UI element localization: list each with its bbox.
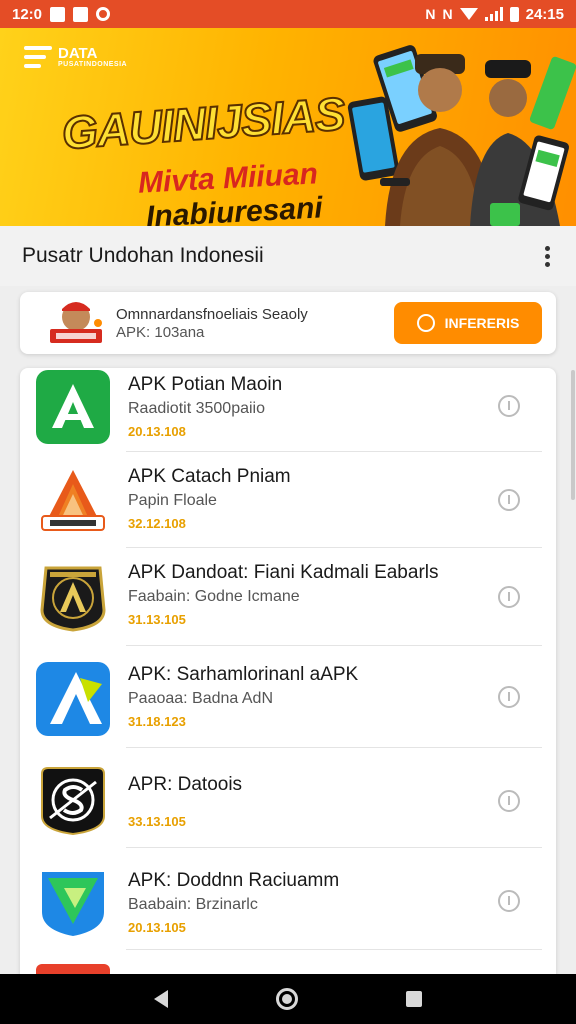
page-title: Pusatr Undohan Indonesii — [22, 244, 264, 267]
nfc-icon: N — [442, 6, 453, 22]
more-options-icon[interactable] — [541, 242, 554, 271]
black-s-icon — [41, 767, 105, 836]
scrollbar[interactable] — [571, 370, 575, 500]
info-icon[interactable] — [498, 890, 520, 912]
vibrate-icon: N — [425, 6, 436, 22]
promo-banner[interactable]: DATA PUSATINDONESIA GAUINIJSIAS Mivta Mi… — [0, 28, 576, 226]
orange-a-icon — [41, 470, 105, 531]
app-subtitle: Raadiotit 3500paiio — [128, 400, 265, 417]
status-bar: 12:0 N N 24:15 — [0, 0, 576, 28]
app-date: 20.13.108 — [128, 424, 186, 439]
battery-icon — [509, 6, 519, 22]
black-gold-a-icon — [40, 566, 106, 632]
featured-avatar — [50, 302, 102, 343]
info-icon[interactable] — [498, 489, 520, 511]
app-title: APK: Sarhamlorinanl aAPK — [128, 664, 359, 685]
signal-icon — [484, 7, 503, 21]
status-time-left: 12:0 — [12, 5, 43, 23]
app-subtitle: Baabain: Brzinarlc — [128, 896, 258, 913]
ring-icon — [416, 314, 435, 332]
home-icon[interactable] — [276, 988, 298, 1010]
featured-action-button[interactable]: INFERERIS — [394, 302, 542, 344]
brand-logo: DATA PUSATINDONESIA — [24, 46, 127, 68]
app-date: 31.18.123 — [128, 714, 186, 729]
blue-a-icon — [36, 662, 110, 736]
app-subtitle: Faabain: Godne Icmane — [128, 588, 300, 605]
list-item[interactable]: APK Catach Pniam Papin Floale 32.12.108 — [20, 452, 556, 548]
app-title: APK Dandoat: Fiani Kadmali Eabarls — [128, 562, 439, 583]
app-bar: Pusatr Undohan Indonesii — [0, 226, 576, 286]
featured-subtitle: APK: 103ana — [116, 323, 205, 341]
recent-apps-icon[interactable] — [406, 991, 422, 1007]
app-date: 32.12.108 — [128, 516, 186, 531]
app-title: APK: Doddnn Raciuamm — [128, 870, 340, 891]
info-icon[interactable] — [498, 686, 520, 708]
featured-button-label: INFERERIS — [444, 315, 520, 331]
info-icon[interactable] — [498, 586, 520, 608]
app-title: APK Catach Pniam — [128, 466, 291, 487]
app-date: 31.13.105 — [128, 612, 186, 627]
gallery-icon — [73, 6, 89, 22]
green-a-icon — [36, 370, 110, 444]
app-date: 20.13.105 — [128, 920, 186, 935]
list-item[interactable]: APK Potian Maoin Raadiotit 3500paiio 20.… — [20, 368, 556, 452]
status-time-right: 24:15 — [525, 5, 564, 23]
featured-card[interactable]: Omnnardansfnoeliais Seaoly APK: 103ana I… — [20, 292, 556, 354]
banner-title: GAUINIJSIAS — [59, 86, 347, 160]
wifi-icon — [459, 8, 478, 20]
info-icon[interactable] — [498, 395, 520, 417]
navigation-bar — [0, 974, 576, 1024]
promo-illustration — [347, 45, 576, 226]
brand-logo-title: DATA — [58, 45, 98, 62]
brand-logo-icon — [24, 46, 52, 68]
info-icon[interactable] — [498, 790, 520, 812]
green-triangle-icon — [42, 872, 104, 936]
app-subtitle: Paaoaa: Badna AdN — [128, 690, 274, 707]
record-icon — [96, 7, 111, 21]
app-title: APR: Datoois — [128, 774, 243, 795]
back-icon[interactable] — [154, 990, 168, 1008]
app-title: APK Potian Maoin — [128, 374, 283, 395]
list-item[interactable]: APK Dandoat: Fiani Kadmali Eabarls Faaba… — [20, 548, 556, 646]
featured-title: Omnnardansfnoeliais Seaoly — [116, 305, 308, 323]
brand-logo-subtitle: PUSATINDONESIA — [58, 61, 128, 68]
app-list: APK Potian Maoin Raadiotit 3500paiio 20.… — [20, 368, 556, 978]
list-item[interactable]: APR: Datoois 33.13.105 — [20, 748, 556, 848]
list-item[interactable]: APK: Doddnn Raciuamm Baabain: Brzinarlc … — [20, 848, 556, 950]
app-date: 33.13.105 — [128, 814, 186, 829]
list-item[interactable]: APK: Sarhamlorinanl aAPK Paaoaa: Badna A… — [20, 646, 556, 748]
notification-icon — [50, 6, 66, 22]
app-subtitle: Papin Floale — [128, 492, 217, 509]
